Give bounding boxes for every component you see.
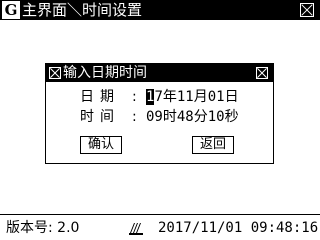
window-title: 主界面＼时间设置	[22, 1, 143, 19]
status-bar: 版本号: 2.0 2017/11/01 09:48:16	[0, 214, 320, 240]
dialog-close-icon[interactable]	[256, 67, 268, 79]
second-field[interactable]: 10	[208, 109, 225, 125]
month-unit: 月	[193, 89, 208, 105]
back-button[interactable]: 返回	[192, 136, 234, 154]
year-field[interactable]: 7	[154, 89, 162, 105]
day-unit: 日	[224, 89, 239, 105]
day-field[interactable]: 01	[208, 89, 225, 105]
hour-unit: 时	[162, 109, 177, 125]
confirm-button[interactable]: 确认	[80, 136, 122, 154]
app-logo-icon: G	[2, 1, 20, 19]
window-close-icon[interactable]	[300, 3, 314, 17]
month-field[interactable]: 11	[177, 89, 194, 105]
dialog-box-icon	[49, 67, 61, 79]
time-label: 时间	[80, 109, 120, 125]
title-bar: G 主界面＼时间设置	[0, 0, 320, 20]
hour-field[interactable]: 09	[146, 109, 163, 125]
date-colon: :	[132, 89, 137, 105]
time-settings-screen: G 主界面＼时间设置 输入日期时间 日期 : 17年11月01日 时间 : 09…	[0, 0, 320, 240]
date-value: 17年11月01日	[146, 88, 239, 106]
minute-field[interactable]: 48	[177, 109, 194, 125]
comm-signal-icon	[129, 223, 143, 235]
time-colon: :	[132, 109, 137, 125]
second-unit: 秒	[224, 109, 239, 125]
dialog-title-bar: 输入日期时间	[46, 64, 273, 82]
date-label: 日期	[80, 89, 120, 105]
year-unit: 年	[162, 89, 177, 105]
time-value: 09时48分10秒	[146, 108, 239, 126]
dialog-title: 输入日期时间	[63, 65, 147, 81]
version-label: 版本号: 2.0	[6, 220, 80, 236]
date-time-dialog: 输入日期时间 日期 : 17年11月01日 时间 : 09时48分10秒 确认 …	[45, 63, 274, 164]
minute-unit: 分	[193, 109, 208, 125]
status-datetime: 2017/11/01 09:48:16	[158, 220, 319, 236]
